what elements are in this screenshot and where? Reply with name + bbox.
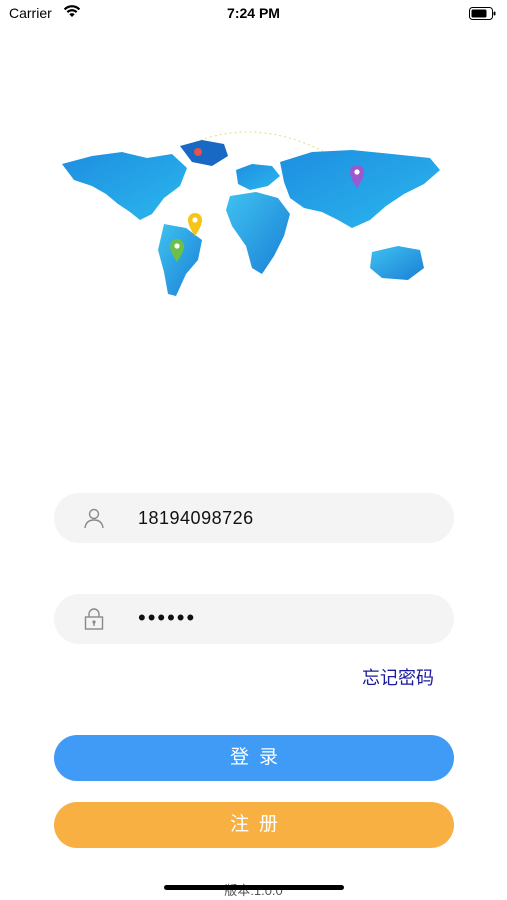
asia-shape [280,150,440,228]
north-america-shape [62,152,187,220]
login-button[interactable]: 登录 [54,735,454,781]
register-button[interactable]: 注册 [54,802,454,848]
africa-shape [226,192,290,274]
greenland-shape [180,140,228,166]
europe-shape [236,164,280,190]
australia-shape [370,246,424,280]
home-indicator [164,885,344,890]
status-bar: Carrier 7:24 PM [0,0,507,28]
battery-icon [469,7,496,20]
world-map-illustration [62,131,440,296]
password-input[interactable]: •••••• [138,594,196,644]
user-icon [84,508,104,529]
username-field[interactable]: 18194098726 [54,493,454,543]
username-input[interactable]: 18194098726 [138,493,254,543]
password-field[interactable]: •••••• [54,594,454,644]
pin-russia [194,148,202,156]
lock-icon [84,608,104,630]
forgot-password-link[interactable]: 忘记密码 [330,664,434,690]
clock: 7:24 PM [227,5,280,21]
